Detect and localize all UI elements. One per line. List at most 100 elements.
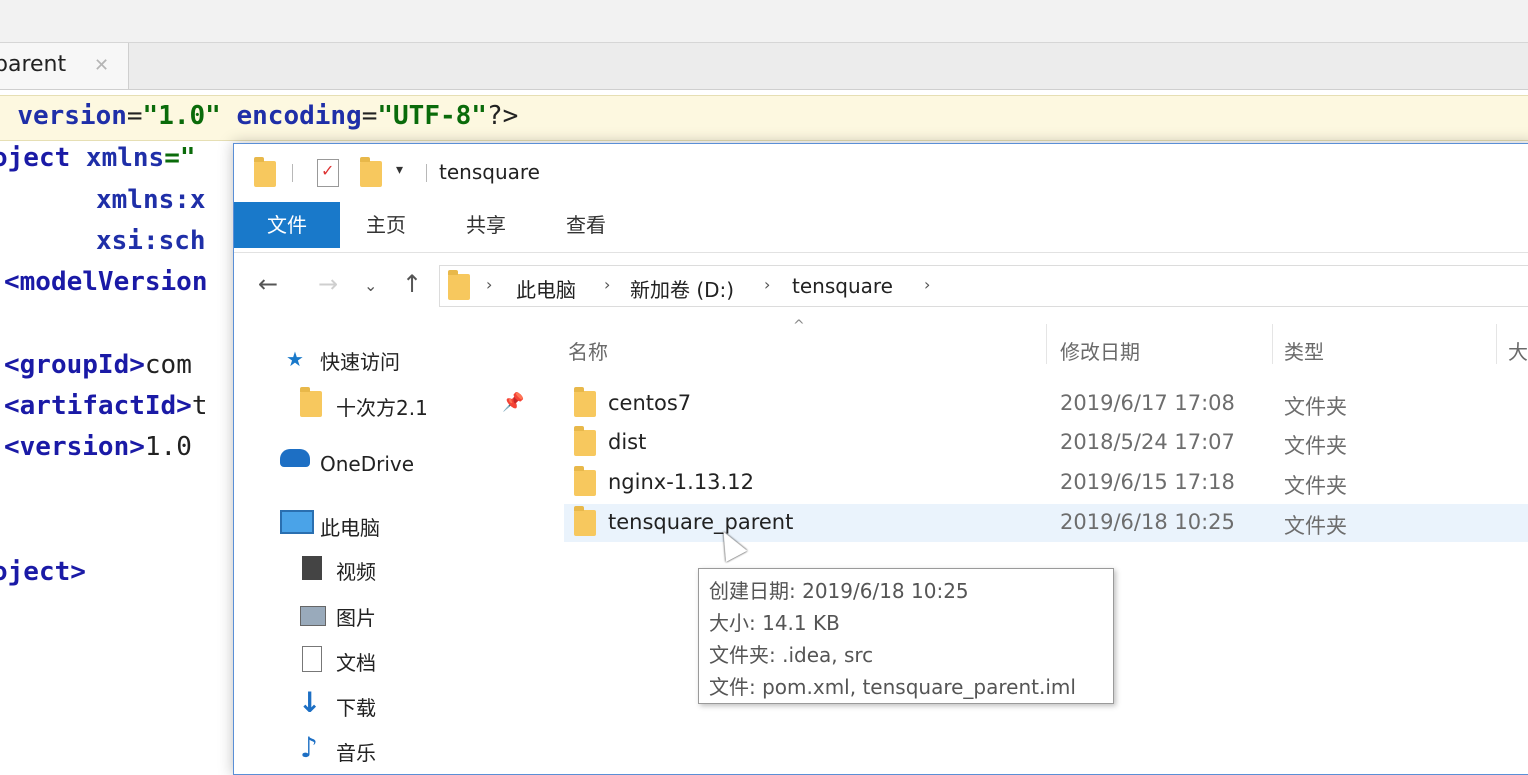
nav-item-videos[interactable]: 视频 <box>336 556 376 585</box>
file-name: nginx-1.13.12 <box>608 470 754 494</box>
file-explorer-window[interactable]: ▾ tensquare 文件 主页 共享 查看 ← → ⌄ ↑ › 此电脑 › … <box>233 143 1528 775</box>
folder-icon <box>448 270 470 300</box>
folder-info-tooltip: 创建日期: 2019/6/18 10:25 大小: 14.1 KB 文件夹: .… <box>698 568 1114 704</box>
file-modified: 2019/6/18 10:25 <box>1060 510 1235 534</box>
code-line-7[interactable]: <artifactId>t <box>4 391 208 421</box>
column-header-type[interactable]: 类型 <box>1284 336 1324 365</box>
chevron-right-icon[interactable]: › <box>486 275 492 294</box>
breadcrumb-drive-d[interactable]: 新加卷 (D:) <box>630 274 734 303</box>
code-token: = <box>361 101 378 131</box>
file-type: 文件夹 <box>1284 434 1347 458</box>
chevron-right-icon[interactable]: › <box>764 275 770 294</box>
folder-icon <box>574 466 596 496</box>
code-line-2[interactable]: oject xmlns=" <box>0 143 196 173</box>
tab-file[interactable]: 文件 <box>234 202 340 248</box>
nav-item-this-pc[interactable]: 此电脑 <box>320 512 380 541</box>
nav-item-music[interactable]: 音乐 <box>336 737 376 766</box>
tab-view[interactable]: 查看 <box>542 202 630 248</box>
file-row[interactable]: dist 2018/5/24 17:07 文件夹 <box>564 424 1528 462</box>
cloud-icon <box>280 449 310 467</box>
document-icon <box>302 646 322 672</box>
code-line-5[interactable]: <modelVersion <box>4 267 208 297</box>
properties-icon[interactable] <box>317 159 339 187</box>
code-token: 1.0 <box>144 432 192 462</box>
tooltip-files: 文件: pom.xml, tensquare_parent.iml <box>709 675 1076 699</box>
nav-item-documents[interactable]: 文档 <box>336 647 376 676</box>
code-token: <groupId> <box>4 350 145 380</box>
up-arrow-icon[interactable]: ↑ <box>402 270 422 298</box>
code-token: oject <box>0 143 86 173</box>
folder-icon <box>254 157 276 187</box>
tooltip-folders: 文件夹: .idea, src <box>709 643 874 667</box>
music-note-icon: ♪ <box>300 731 318 764</box>
toolbar-separator <box>292 164 293 182</box>
ide-editor-tab[interactable]: parent ✕ <box>0 43 129 89</box>
file-type: 文件夹 <box>1284 514 1347 538</box>
code-token: ?> <box>486 101 519 131</box>
tab-home[interactable]: 主页 <box>342 202 430 248</box>
nav-item-quick-access[interactable]: 快速访问 <box>320 346 400 375</box>
pictures-icon <box>300 606 326 626</box>
nav-item-pictures[interactable]: 图片 <box>336 602 376 631</box>
column-divider[interactable] <box>1046 324 1047 364</box>
ide-tab-label: parent <box>0 52 67 77</box>
code-line-8[interactable]: <version>1.0 <box>4 432 192 462</box>
code-line-9[interactable]: oject> <box>0 557 86 587</box>
column-header-name[interactable]: 名称 <box>568 336 608 365</box>
code-line-3[interactable]: xmlns:x <box>96 185 206 215</box>
folder-icon <box>300 387 322 417</box>
file-name: centos7 <box>608 391 692 415</box>
column-header-size[interactable]: 大 <box>1508 336 1528 365</box>
chevron-right-icon[interactable]: › <box>604 275 610 294</box>
folder-icon <box>574 426 596 456</box>
computer-icon <box>280 510 314 534</box>
column-divider[interactable] <box>1272 324 1273 364</box>
window-title: tensquare <box>439 160 540 184</box>
code-line-1[interactable]: l version="1.0" encoding="UTF-8"?> <box>0 101 518 131</box>
navigation-bar: ← → ⌄ ↑ › 此电脑 › 新加卷 (D:) › tensquare › <box>234 262 1528 308</box>
new-folder-icon[interactable] <box>360 157 382 187</box>
recent-locations-chevron-icon[interactable]: ⌄ <box>364 276 377 295</box>
forward-arrow-icon[interactable]: → <box>318 270 338 298</box>
title-bar[interactable]: ▾ tensquare <box>234 144 1528 202</box>
file-name: tensquare_parent <box>608 510 794 534</box>
breadcrumb-this-pc[interactable]: 此电脑 <box>516 274 576 303</box>
code-line-4[interactable]: xsi:sch <box>96 226 206 256</box>
file-row[interactable]: nginx-1.13.12 2019/6/15 17:18 文件夹 <box>564 464 1528 502</box>
tooltip-size: 大小: 14.1 KB <box>709 611 840 635</box>
close-icon[interactable]: ✕ <box>94 55 109 76</box>
star-icon: ★ <box>286 347 304 371</box>
file-type: 文件夹 <box>1284 395 1347 419</box>
toolbar-separator <box>426 164 427 182</box>
code-token: version <box>17 101 127 131</box>
nav-item-downloads[interactable]: 下载 <box>336 692 376 721</box>
code-token: xmlns <box>85 143 165 173</box>
quick-access-dropdown-icon[interactable]: ▾ <box>396 162 403 178</box>
code-token: t <box>191 391 208 421</box>
column-divider[interactable] <box>1496 324 1497 364</box>
ide-tab-bar: parent ✕ <box>0 43 1528 90</box>
file-type: 文件夹 <box>1284 474 1347 498</box>
chevron-right-icon[interactable]: › <box>924 275 930 294</box>
code-token: = <box>126 101 143 131</box>
breadcrumb-tensquare[interactable]: tensquare <box>792 274 893 298</box>
file-row-hovered[interactable]: tensquare_parent 2019/6/18 10:25 文件夹 <box>564 504 1528 542</box>
file-modified: 2018/5/24 17:07 <box>1060 430 1235 454</box>
code-token: =" <box>164 143 196 173</box>
pin-icon[interactable]: 📌 <box>502 392 524 413</box>
nav-item-pinned-folder[interactable]: 十次方2.1 <box>336 392 428 421</box>
code-token: com <box>144 350 192 380</box>
column-header-modified[interactable]: 修改日期 <box>1060 336 1140 365</box>
code-line-6[interactable]: <groupId>com <box>4 350 192 380</box>
nav-item-onedrive[interactable]: OneDrive <box>320 452 414 476</box>
folder-icon <box>574 387 596 417</box>
ide-toolbar-area <box>0 0 1528 43</box>
back-arrow-icon[interactable]: ← <box>258 270 278 298</box>
address-bar[interactable]: › 此电脑 › 新加卷 (D:) › tensquare › <box>439 265 1528 307</box>
sort-ascending-icon: ^ <box>793 318 805 334</box>
file-row[interactable]: centos7 2019/6/17 17:08 文件夹 <box>564 385 1528 423</box>
file-modified: 2019/6/17 17:08 <box>1060 391 1235 415</box>
code-token: encoding <box>236 101 362 131</box>
file-name: dist <box>608 430 647 454</box>
tab-share[interactable]: 共享 <box>442 202 530 248</box>
